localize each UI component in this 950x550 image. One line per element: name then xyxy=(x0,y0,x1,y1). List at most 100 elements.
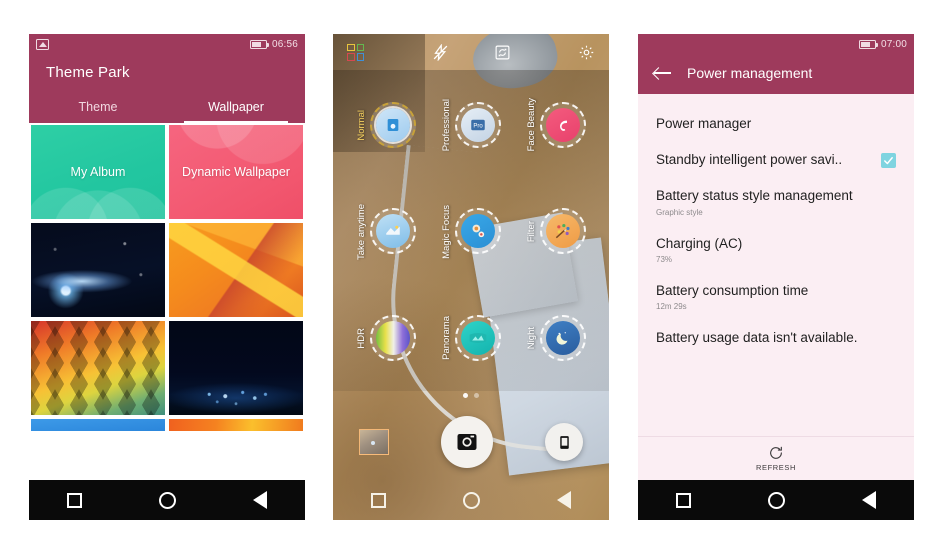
camera-mode-icon xyxy=(375,320,410,355)
camera-mode-icon xyxy=(546,108,581,143)
mode-grid-icon[interactable] xyxy=(347,43,409,61)
camera-mode-take-anytime[interactable]: Take anytime xyxy=(355,203,416,260)
wallpaper-tile-my-album[interactable]: My Album xyxy=(29,123,167,221)
svg-text:Pro: Pro xyxy=(473,123,483,129)
list-item-battery-consumption-time[interactable]: Battery consumption time 12m 29s xyxy=(638,273,914,320)
battery-icon xyxy=(249,39,270,49)
switch-camera-icon[interactable] xyxy=(471,44,533,61)
home-button[interactable] xyxy=(767,491,785,509)
camera-mode-normal[interactable]: Normal xyxy=(355,102,416,149)
camera-mode-label: Panorama xyxy=(440,315,452,360)
camera-mode-ring xyxy=(369,314,416,361)
recents-button[interactable] xyxy=(371,492,387,508)
camera-mode-icon xyxy=(375,214,410,249)
wallpaper-tile-comet[interactable] xyxy=(29,221,167,319)
phone1-screen: 06:56 Theme Park Theme Wallpaper My Albu… xyxy=(29,34,305,520)
camera-mode-label: Magic Focus xyxy=(440,204,452,259)
camera-mode-face-beauty[interactable]: Face Beauty xyxy=(526,98,587,152)
back-arrow-icon[interactable] xyxy=(654,67,671,80)
tile-art xyxy=(31,223,165,317)
list-item-title: Charging (AC) xyxy=(656,235,743,251)
recents-button[interactable] xyxy=(67,492,83,508)
list-item-subtitle: 12m 29s xyxy=(656,302,687,312)
status-time: 06:56 xyxy=(271,38,298,50)
wallpaper-tile-dynamic-wallpaper[interactable]: Dynamic Wallpaper xyxy=(167,123,305,221)
list-item-subtitle: Graphic style xyxy=(656,207,703,217)
back-button[interactable] xyxy=(556,491,571,509)
settings-gear-icon[interactable] xyxy=(533,44,595,61)
page-title: Theme Park xyxy=(46,64,130,81)
camera-mode-label: Normal xyxy=(355,109,367,141)
gallery-icon xyxy=(36,38,49,50)
theme-park-header: Theme Park Theme Wallpaper xyxy=(29,54,305,123)
camera-mode-label: Filter xyxy=(526,220,538,243)
wallpaper-tile-label: My Album xyxy=(70,165,126,179)
refresh-label: REFRESH xyxy=(755,463,797,472)
page-dot-active[interactable] xyxy=(463,393,468,398)
wallpaper-tile-blue[interactable] xyxy=(29,417,167,433)
list-item-title: Battery consumption time xyxy=(656,282,809,298)
home-button[interactable] xyxy=(462,491,480,509)
wallpaper-tile-sunset[interactable] xyxy=(167,417,305,433)
camera-mode-professional[interactable]: Professional Pro xyxy=(441,99,501,151)
tile-art xyxy=(169,419,303,431)
tile-art xyxy=(31,419,165,431)
app-bar: Power management xyxy=(638,54,914,94)
refresh-icon xyxy=(768,445,784,461)
checkbox-standby-power-saving[interactable] xyxy=(881,153,896,169)
battery-icon xyxy=(858,39,879,49)
tab-wallpaper[interactable]: Wallpaper xyxy=(167,93,305,123)
camera-mode-icon: Pro xyxy=(460,108,495,143)
tile-art xyxy=(31,321,165,415)
camera-mode-ring xyxy=(454,208,501,255)
refresh-footer[interactable]: REFRESH xyxy=(638,436,914,480)
camera-mode-ring xyxy=(540,208,587,255)
phone-camera: Normal Professional Pro Face Beauty Take… xyxy=(333,34,609,520)
camera-page-dots xyxy=(333,391,609,404)
wallpaper-tile-polygon[interactable] xyxy=(167,221,305,319)
phone1-nav-bar xyxy=(29,480,305,520)
back-button[interactable] xyxy=(861,491,876,509)
list-item-charging[interactable]: Charging (AC) 73% xyxy=(638,226,914,273)
camera-mode-panorama[interactable]: Panorama xyxy=(440,314,501,361)
camera-mode-ring: Pro xyxy=(454,102,501,149)
camera-mode-icon xyxy=(546,320,581,355)
gallery-thumbnail[interactable] xyxy=(359,429,389,455)
camera-mode-filter[interactable]: Filter xyxy=(526,208,587,255)
tab-theme[interactable]: Theme xyxy=(29,93,167,123)
video-record-button[interactable] xyxy=(545,423,583,461)
camera-mode-hdr[interactable]: HDR xyxy=(356,314,416,361)
shutter-button[interactable] xyxy=(441,416,493,468)
wallpaper-tile-label: Dynamic Wallpaper xyxy=(182,165,290,179)
recents-button[interactable] xyxy=(676,492,692,508)
list-item-title: Battery usage data isn't available. xyxy=(656,330,858,346)
camera-mode-ring xyxy=(454,314,501,361)
list-item-title: Standby intelligent power savi.. xyxy=(656,152,843,168)
phone-theme-park: 06:56 Theme Park Theme Wallpaper My Albu… xyxy=(29,34,305,520)
screenshot-stage: 06:56 Theme Park Theme Wallpaper My Albu… xyxy=(0,0,950,550)
list-item-subtitle: 73% xyxy=(656,254,673,264)
phone2-screen: Normal Professional Pro Face Beauty Take… xyxy=(333,34,609,520)
list-item-battery-status-style[interactable]: Battery status style management Graphic … xyxy=(638,178,914,225)
camera-mode-label: Face Beauty xyxy=(526,98,538,152)
camera-bottom-bar xyxy=(333,404,609,480)
home-button[interactable] xyxy=(158,491,176,509)
list-item-power-manager[interactable]: Power manager xyxy=(638,106,914,142)
list-item-battery-usage-unavailable: Battery usage data isn't available. xyxy=(638,320,914,356)
list-item-title: Battery status style management xyxy=(656,188,853,204)
phone3-screen: 07:00 Power management Power manager Sta… xyxy=(638,34,914,520)
camera-mode-label: Professional xyxy=(440,99,452,152)
wallpaper-tile-triangles[interactable] xyxy=(29,319,167,417)
flash-off-icon[interactable] xyxy=(409,43,471,61)
camera-mode-icon xyxy=(375,108,410,143)
phone3-status-bar: 07:00 xyxy=(638,34,914,54)
list-item-standby-power-saving[interactable]: Standby intelligent power savi.. xyxy=(638,142,914,178)
back-button[interactable] xyxy=(252,491,267,509)
wallpaper-tile-city-night[interactable] xyxy=(167,319,305,417)
camera-mode-night[interactable]: Night xyxy=(526,314,587,361)
page-dot[interactable] xyxy=(474,393,479,398)
camera-mode-magic-focus[interactable]: Magic Focus xyxy=(440,204,501,259)
camera-mode-label: Take anytime xyxy=(355,203,367,260)
camera-mode-label: Night xyxy=(526,326,538,349)
camera-mode-icon xyxy=(546,214,581,249)
